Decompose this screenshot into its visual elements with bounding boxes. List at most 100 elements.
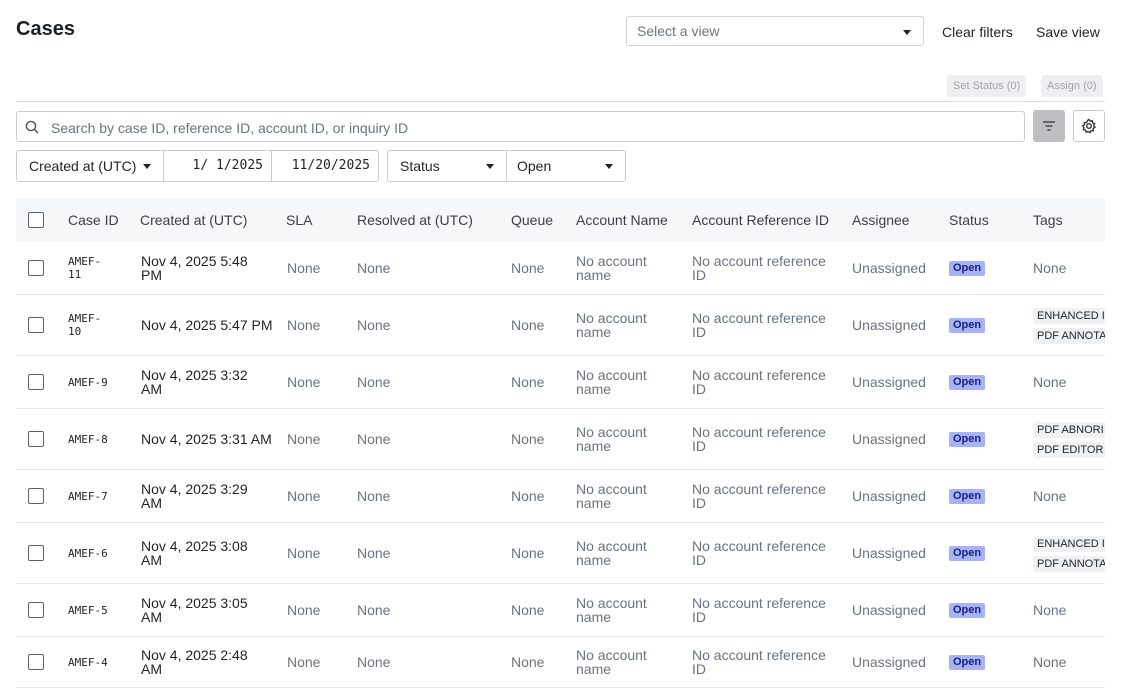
view-select[interactable]: Select a view — [626, 16, 924, 46]
account-name-cell: No account name — [576, 254, 647, 282]
table-row[interactable]: AMEF-8 Nov 4, 2025 3:31 AM None None None No … — [16, 408, 1105, 470]
row-checkbox[interactable] — [28, 373, 44, 390]
assign-button[interactable]: Assign (0) — [1041, 75, 1103, 97]
table-row[interactable]: AMEF-5 Nov 4, 2025 3:05 AM None None None No a… — [16, 583, 1105, 637]
assignee-cell[interactable]: Unassigned — [852, 375, 926, 389]
queue-cell: None — [511, 653, 545, 670]
assignee-cell[interactable]: Unassigned — [852, 603, 926, 617]
account-name-line: No account — [576, 252, 647, 269]
status-badge: Open — [949, 317, 986, 333]
case-id-link[interactable]: AMEF- 11 — [68, 255, 101, 281]
table-row[interactable]: AMEF-4 Nov 4, 2025 2:48 AM None None None No a… — [16, 636, 1105, 688]
created-at-cell: Nov 4, 2025 3:05 AM — [141, 596, 248, 624]
created-at-cell: Nov 4, 2025 2:48 AM — [141, 648, 248, 676]
save-view-button[interactable]: Save view — [1036, 24, 1100, 40]
case-id-link[interactable]: AMEF-8 — [68, 433, 108, 446]
row-checkbox[interactable] — [28, 259, 44, 276]
set-status-button[interactable]: Set Status (0) — [947, 75, 1027, 97]
tag-chip[interactable]: PDF ANNOTA — [1033, 555, 1105, 572]
resolved-at-cell: None — [357, 430, 391, 447]
row-checkbox[interactable] — [28, 653, 44, 670]
sla-cell: None — [287, 316, 321, 333]
tag-chip[interactable]: PDF ANNOTA — [1033, 327, 1105, 344]
column-header-status[interactable]: Status — [949, 212, 989, 228]
column-header-created-at[interactable]: Created at (UTC) — [140, 212, 247, 228]
assignee-cell[interactable]: Unassigned — [852, 432, 926, 446]
case-id-line: AMEF-4 — [68, 655, 108, 669]
table-row[interactable]: AMEF- 11 Nov 4, 2025 5:48 PM None None None No … — [16, 241, 1105, 295]
created-at-line: AM — [141, 660, 162, 677]
account-name-cell: No account name — [576, 425, 647, 453]
created-at-line: PM — [141, 266, 162, 283]
search-input[interactable] — [49, 112, 1013, 143]
account-name-cell: No account name — [576, 539, 647, 567]
column-header-case-id[interactable]: Case ID — [68, 212, 119, 228]
tag-chip[interactable]: ENHANCED I — [1033, 535, 1105, 552]
case-id-link[interactable]: AMEF-5 — [68, 604, 108, 617]
created-at-line: Nov 4, 2025 3:31 AM — [141, 430, 272, 447]
created-at-line: AM — [141, 608, 162, 625]
table-row[interactable]: AMEF- 10 Nov 4, 2025 5:47 PM None None None No… — [16, 294, 1105, 356]
assignee-cell[interactable]: Unassigned — [852, 261, 926, 275]
case-id-line: AMEF- — [68, 311, 102, 325]
tag-chip[interactable]: PDF ABNORI — [1033, 421, 1105, 438]
case-id-link[interactable]: AMEF- 10 — [68, 312, 101, 338]
filter-toggle-button[interactable] — [1033, 110, 1065, 142]
case-id-link[interactable]: AMEF-6 — [68, 547, 108, 560]
case-id-line: 11 — [68, 267, 82, 281]
clear-filters-button[interactable]: Clear filters — [942, 24, 1013, 40]
account-name-line: No account — [576, 309, 647, 326]
account-name-line: name — [576, 323, 612, 340]
account-name-line: name — [576, 608, 612, 625]
row-checkbox[interactable] — [28, 430, 44, 447]
created-at-line: Nov 4, 2025 3:32 — [141, 366, 248, 383]
resolved-at-cell: None — [357, 653, 391, 670]
status-field-select[interactable]: Status — [387, 150, 507, 182]
case-id-link[interactable]: AMEF-7 — [68, 490, 108, 503]
table-row[interactable]: AMEF-9 Nov 4, 2025 3:32 AM None None None No a… — [16, 355, 1105, 409]
search-box[interactable] — [16, 111, 1025, 143]
created-at-line: Nov 4, 2025 3:05 — [141, 594, 248, 611]
assignee-cell[interactable]: Unassigned — [852, 489, 926, 503]
account-reference-line: ID — [692, 437, 706, 454]
column-header-resolved-at[interactable]: Resolved at (UTC) — [357, 212, 473, 228]
resolved-at-cell: None — [357, 373, 391, 390]
date-field-select[interactable]: Created at (UTC) — [16, 150, 164, 182]
account-name-cell: No account name — [576, 596, 647, 624]
caret-down-icon — [903, 30, 911, 35]
account-reference-line: No account reference — [692, 309, 826, 326]
tag-chip[interactable]: PDF EDITOR — [1033, 441, 1105, 458]
status-field-label: Status — [400, 158, 440, 174]
tags-cell: None — [1033, 653, 1067, 670]
account-name-line: No account — [576, 480, 647, 497]
assignee-cell[interactable]: Unassigned — [852, 546, 926, 560]
table-row[interactable]: AMEF-7 Nov 4, 2025 3:29 AM None None None No a… — [16, 469, 1105, 523]
column-header-account-name[interactable]: Account Name — [576, 212, 668, 228]
resolved-at-cell: None — [357, 259, 391, 276]
settings-button[interactable] — [1073, 110, 1105, 142]
case-id-line: AMEF-8 — [68, 432, 108, 446]
table-row[interactable]: AMEF-6 Nov 4, 2025 3:08 AM None None None No a… — [16, 522, 1105, 584]
case-id-link[interactable]: AMEF-4 — [68, 656, 108, 669]
account-reference-line: No account reference — [692, 252, 826, 269]
assignee-cell[interactable]: Unassigned — [852, 655, 926, 669]
status-value-select[interactable]: Open — [506, 150, 626, 182]
row-checkbox[interactable] — [28, 487, 44, 504]
row-checkbox[interactable] — [28, 601, 44, 618]
end-date-input[interactable]: 11/20/2025 — [271, 150, 379, 182]
status-badge: Open — [949, 488, 986, 504]
case-id-line: AMEF- — [68, 254, 102, 268]
select-all-checkbox[interactable] — [28, 212, 44, 228]
assignee-cell[interactable]: Unassigned — [852, 318, 926, 332]
column-header-account-reference-id[interactable]: Account Reference ID — [692, 212, 829, 228]
start-date-input[interactable]: 1/ 1/2025 — [163, 150, 272, 182]
row-checkbox[interactable] — [28, 544, 44, 561]
row-checkbox[interactable] — [28, 316, 44, 333]
case-id-link[interactable]: AMEF-9 — [68, 376, 108, 389]
column-header-tags[interactable]: Tags — [1033, 212, 1063, 228]
status-badge: Open — [949, 260, 986, 276]
tag-chip[interactable]: ENHANCED I — [1033, 307, 1105, 324]
column-header-assignee[interactable]: Assignee — [852, 212, 910, 228]
column-header-queue[interactable]: Queue — [511, 212, 553, 228]
column-header-sla[interactable]: SLA — [286, 212, 312, 228]
